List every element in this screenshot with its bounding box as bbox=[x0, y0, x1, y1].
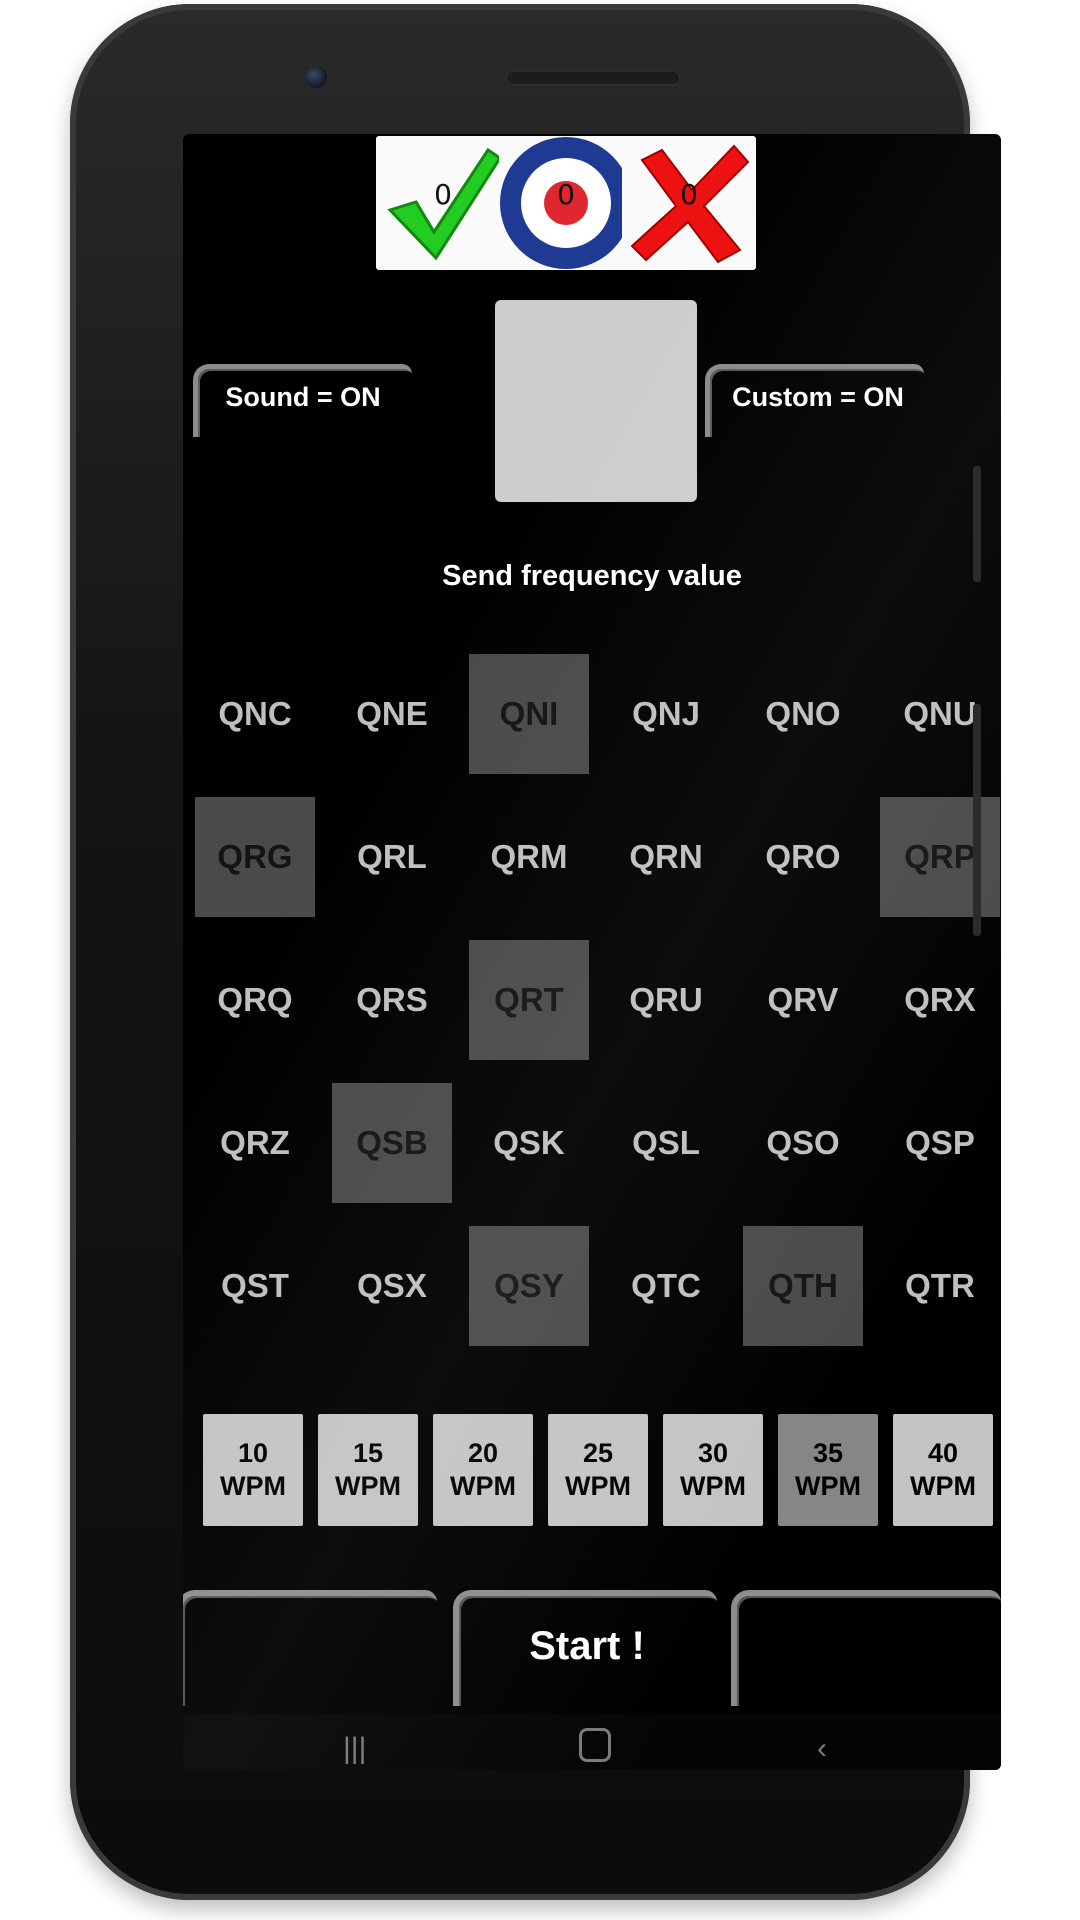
q-code-button[interactable]: QRQ bbox=[195, 940, 315, 1060]
q-code-button[interactable]: QSX bbox=[332, 1226, 452, 1346]
q-code-button[interactable]: QNC bbox=[195, 654, 315, 774]
phone-frame: 0 0 0 Sound = ON Custom = ON Send freque… bbox=[70, 4, 1001, 1900]
speed-button[interactable]: 30 WPM bbox=[663, 1414, 763, 1526]
left-action-button[interactable] bbox=[183, 1590, 437, 1706]
speed-button[interactable]: 10 WPM bbox=[203, 1414, 303, 1526]
q-code-button[interactable]: QRN bbox=[606, 797, 726, 917]
custom-toggle-label: Custom = ON bbox=[732, 382, 904, 412]
home-icon[interactable] bbox=[579, 1728, 611, 1762]
start-button-label: Start ! bbox=[529, 1624, 645, 1668]
instruction-text: Send frequency value bbox=[442, 560, 742, 592]
q-code-button[interactable]: QST bbox=[195, 1226, 315, 1346]
q-code-button[interactable]: QRS bbox=[332, 940, 452, 1060]
q-code-button[interactable]: QTH bbox=[743, 1226, 863, 1346]
speed-unit: WPM bbox=[680, 1471, 746, 1501]
q-code-button[interactable]: QRL bbox=[332, 797, 452, 917]
q-code-button[interactable]: QSL bbox=[606, 1083, 726, 1203]
speed-unit: WPM bbox=[450, 1471, 516, 1501]
recents-icon[interactable]: ||| bbox=[343, 1732, 366, 1766]
speed-unit: WPM bbox=[220, 1471, 286, 1501]
q-code-button[interactable]: QRZ bbox=[195, 1083, 315, 1203]
app-screen: 0 0 0 Sound = ON Custom = ON Send freque… bbox=[183, 134, 1001, 1770]
q-code-button[interactable]: QNE bbox=[332, 654, 452, 774]
q-code-button[interactable]: QSP bbox=[880, 1083, 1000, 1203]
sound-toggle-label: Sound = ON bbox=[225, 382, 381, 412]
q-code-button[interactable]: QRU bbox=[606, 940, 726, 1060]
q-code-button[interactable]: QNO bbox=[743, 654, 863, 774]
speed-value: 30 bbox=[697, 1438, 729, 1468]
q-code-button[interactable]: QRT bbox=[469, 940, 589, 1060]
q-code-button[interactable]: QNU bbox=[880, 654, 1000, 774]
front-camera bbox=[305, 66, 327, 88]
speed-value: 25 bbox=[582, 1438, 614, 1468]
q-code-button[interactable]: QNI bbox=[469, 654, 589, 774]
speed-unit: WPM bbox=[795, 1471, 861, 1501]
speed-button[interactable]: 25 WPM bbox=[548, 1414, 648, 1526]
q-code-button[interactable]: QTC bbox=[606, 1226, 726, 1346]
earpiece-speaker bbox=[505, 70, 681, 86]
q-code-button[interactable]: QSO bbox=[743, 1083, 863, 1203]
correct-score: 0 bbox=[376, 136, 510, 270]
wrong-count: 0 bbox=[680, 178, 698, 211]
speed-value: 35 bbox=[812, 1438, 844, 1468]
q-code-button[interactable]: QRV bbox=[743, 940, 863, 1060]
right-action-button[interactable] bbox=[731, 1590, 1001, 1706]
q-code-button[interactable]: QSK bbox=[469, 1083, 589, 1203]
speed-value: 15 bbox=[352, 1438, 384, 1468]
speed-unit: WPM bbox=[565, 1471, 631, 1501]
morse-preview-box bbox=[495, 300, 697, 502]
q-code-button[interactable]: QRX bbox=[880, 940, 1000, 1060]
speed-unit: WPM bbox=[335, 1471, 401, 1501]
q-code-button[interactable]: QRP bbox=[880, 797, 1000, 917]
q-code-button[interactable]: QTR bbox=[880, 1226, 1000, 1346]
speed-unit: WPM bbox=[910, 1471, 976, 1501]
volume-button bbox=[973, 466, 981, 582]
speed-value: 20 bbox=[467, 1438, 499, 1468]
back-icon[interactable]: ‹ bbox=[817, 1732, 827, 1766]
q-code-button[interactable]: QRO bbox=[743, 797, 863, 917]
speed-button[interactable]: 15 WPM bbox=[318, 1414, 418, 1526]
q-code-button[interactable]: QSY bbox=[469, 1226, 589, 1346]
wrong-score: 0 bbox=[622, 136, 756, 270]
q-code-grid: QNC QNE QNI QNJ QNO QNU QRG QRL QRM QRN QRO QRP QRQ Q… bbox=[195, 654, 1001, 1354]
speed-value: 10 bbox=[237, 1438, 269, 1468]
speed-button[interactable]: 35 WPM bbox=[778, 1414, 878, 1526]
power-button bbox=[973, 704, 981, 936]
q-code-button[interactable]: QSB bbox=[332, 1083, 452, 1203]
target-count: 0 bbox=[557, 178, 575, 211]
speed-button[interactable]: 40 WPM bbox=[893, 1414, 993, 1526]
target-score: 0 bbox=[499, 136, 633, 270]
correct-count: 0 bbox=[434, 178, 452, 211]
speed-button[interactable]: 20 WPM bbox=[433, 1414, 533, 1526]
speed-value: 40 bbox=[927, 1438, 959, 1468]
q-code-button[interactable]: QNJ bbox=[606, 654, 726, 774]
q-code-button[interactable]: QRG bbox=[195, 797, 315, 917]
q-code-button[interactable]: QRM bbox=[469, 797, 589, 917]
